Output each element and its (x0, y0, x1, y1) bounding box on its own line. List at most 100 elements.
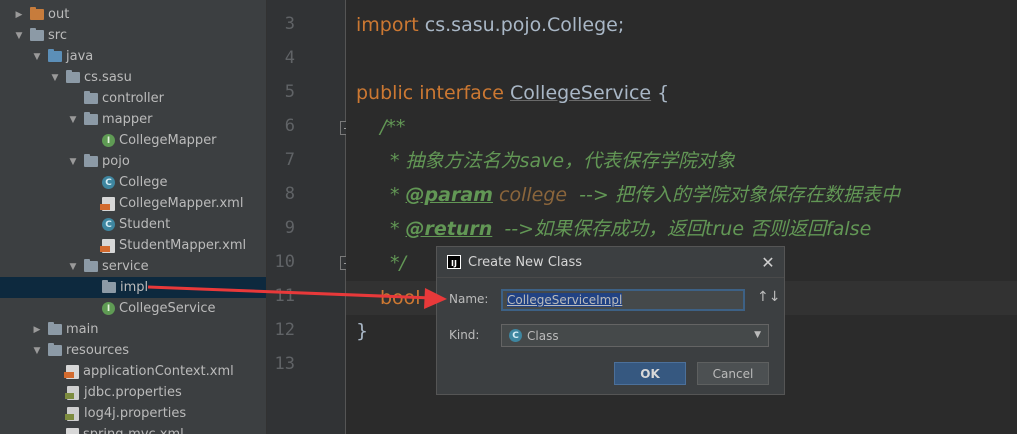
code-line-9: * @return -->如果保存成功，返回true 否则返回false (390, 212, 871, 246)
project-tree: ▶ out ▼ src ▼ java ▼ cs.sasu controller ▼ mapper I C… (0, 0, 266, 434)
tree-item-student[interactable]: C Student (0, 214, 266, 235)
code-line-10: */ (390, 252, 406, 274)
tree-item-label: jdbc.properties (84, 385, 182, 400)
tree-item-resources[interactable]: ▼ resources (0, 340, 266, 361)
tree-item-collegeservice[interactable]: I CollegeService (0, 298, 266, 319)
expanded-arrow-icon[interactable]: ▼ (30, 346, 44, 356)
doc-param-value: college (492, 184, 568, 206)
cancel-button[interactable]: Cancel (697, 362, 769, 385)
folder-icon (48, 343, 62, 356)
tree-item-college[interactable]: C College (0, 172, 266, 193)
tree-item-label: java (66, 49, 94, 64)
code-type-name: CollegeService (510, 82, 652, 104)
tree-item-label: spring-mvc.xml (83, 427, 184, 434)
line-number: 3 (284, 14, 295, 34)
package-icon (84, 259, 98, 272)
code-text: cs.sasu.pojo.College; (424, 14, 625, 36)
expanded-arrow-icon[interactable]: ▼ (66, 262, 80, 272)
tree-item-studentmapper-xml[interactable]: StudentMapper.xml (0, 235, 266, 256)
expanded-arrow-icon[interactable]: ▼ (12, 31, 26, 41)
tree-item-collegemapper-xml[interactable]: CollegeMapper.xml (0, 193, 266, 214)
collapsed-arrow-icon[interactable]: ▶ (30, 325, 44, 335)
doc-tag: @return (405, 218, 493, 240)
tree-item-out[interactable]: ▶ out (0, 4, 266, 25)
tree-item-mapper[interactable]: ▼ mapper (0, 109, 266, 130)
line-number: 12 (274, 320, 295, 340)
tree-item-label: service (102, 259, 149, 274)
xml-file-icon (64, 364, 79, 379)
folder-icon (30, 28, 44, 41)
tree-item-src[interactable]: ▼ src (0, 25, 266, 46)
doc-text: -->如果保存成功，返回true 否则返回false (492, 218, 872, 240)
tree-item-label: CollegeMapper (119, 133, 217, 148)
name-label: Name: (449, 292, 489, 306)
code-keyword: public (356, 82, 420, 104)
properties-file-icon (65, 385, 79, 400)
line-number: 9 (284, 218, 295, 238)
tree-item-applicationcontext-xml[interactable]: applicationContext.xml (0, 361, 266, 382)
code-text: { (651, 82, 670, 104)
expanded-arrow-icon[interactable]: ▼ (30, 52, 44, 62)
doc-tag: @param (405, 184, 493, 206)
kind-label: Kind: (449, 328, 480, 342)
tree-item-label: src (48, 28, 67, 43)
tree-item-label: applicationContext.xml (83, 364, 234, 379)
line-number: 8 (284, 184, 295, 204)
tree-item-label: impl (120, 280, 149, 295)
tree-item-jdbc-properties[interactable]: jdbc.properties (0, 382, 266, 403)
expanded-arrow-icon[interactable]: ▼ (66, 115, 80, 125)
tree-item-main[interactable]: ▶ main (0, 319, 266, 340)
line-number: 6 (284, 116, 295, 136)
expanded-arrow-icon[interactable]: ▼ (66, 157, 80, 167)
class-name-input[interactable]: CollegeServiceImpl (501, 289, 745, 311)
kind-selected-value: Class (527, 328, 559, 343)
class-icon: C (102, 176, 115, 189)
line-number: 11 (274, 286, 295, 306)
line-number: 5 (284, 82, 295, 102)
tree-item-spring-mvc-xml[interactable]: spring-mvc.xml (0, 424, 266, 434)
tree-item-service[interactable]: ▼ service (0, 256, 266, 277)
ok-button[interactable]: OK (614, 362, 686, 385)
code-line-12: } (356, 320, 369, 342)
tree-item-java[interactable]: ▼ java (0, 46, 266, 67)
doc-text: --> 把传入的学院对象保存在数据表中 (567, 184, 900, 206)
dialog-title: Create New Class (468, 254, 583, 270)
code-line-7: * 抽象方法名为save，代表保存学院对象 (390, 150, 736, 172)
tree-item-label: Student (119, 217, 171, 232)
kind-select[interactable]: C Class ▼ (501, 324, 769, 347)
tree-item-cs-sasu[interactable]: ▼ cs.sasu (0, 67, 266, 88)
code-keyword: interface (419, 82, 510, 104)
close-icon[interactable]: ✕ (758, 252, 778, 272)
sort-updown-icon[interactable]: ↑↓ (757, 289, 780, 305)
tree-item-pojo[interactable]: ▼ pojo (0, 151, 266, 172)
dialog-title-bar[interactable]: IJ Create New Class ✕ (437, 247, 784, 278)
package-icon (102, 280, 116, 293)
folder-orange-icon (30, 7, 44, 20)
tree-item-label: cs.sasu (84, 70, 132, 85)
intellij-app-icon: IJ (447, 255, 461, 269)
code-line-8: * @param college --> 把传入的学院对象保存在数据表中 (390, 178, 900, 212)
tree-item-label: College (119, 175, 168, 190)
xml-file-icon (100, 196, 115, 211)
tree-item-label: pojo (102, 154, 130, 169)
interface-icon: I (102, 134, 115, 147)
tree-item-log4j-properties[interactable]: log4j.properties (0, 403, 266, 424)
collapsed-arrow-icon[interactable]: ▶ (12, 10, 26, 20)
create-new-class-dialog: IJ Create New Class ✕ Name: CollegeServi… (436, 246, 785, 395)
line-number: 7 (284, 150, 295, 170)
tree-item-controller[interactable]: controller (0, 88, 266, 109)
class-icon: C (509, 329, 522, 342)
tree-item-label: resources (66, 343, 130, 358)
package-icon (66, 70, 80, 83)
tree-item-label: out (48, 7, 70, 22)
xml-file-icon (100, 238, 115, 253)
tree-item-impl[interactable]: impl (0, 277, 266, 298)
package-icon (84, 112, 98, 125)
tree-item-collegemapper[interactable]: I CollegeMapper (0, 130, 266, 151)
code-line-6: /** (380, 116, 406, 138)
expanded-arrow-icon[interactable]: ▼ (48, 73, 62, 83)
tree-item-label: StudentMapper.xml (119, 238, 247, 253)
package-icon (84, 154, 98, 167)
package-icon (84, 91, 98, 104)
tree-item-label: mapper (102, 112, 153, 127)
